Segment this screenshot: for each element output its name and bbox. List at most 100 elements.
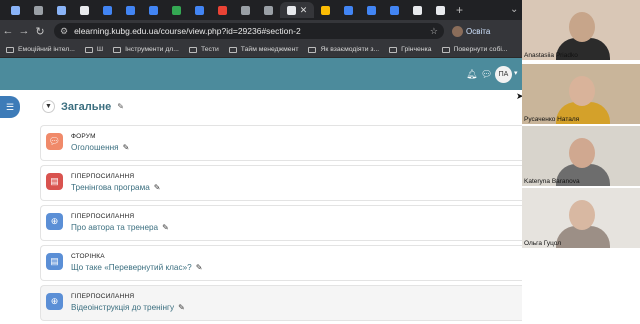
edit-pencil-icon[interactable]: ✎ bbox=[162, 223, 169, 232]
bookmark-label: Тайм менеджмент bbox=[240, 46, 299, 53]
course-index-drawer-button[interactable]: ☰ bbox=[0, 96, 20, 118]
moodle-course-page: 🔔︎ 💬︎ ПА ▾ ➤ ☰ ▼ Загальне ✎ 💬︎ ФОРУМ Оголо… bbox=[0, 58, 522, 324]
activity-link[interactable]: Оголошення ✎ bbox=[71, 143, 129, 152]
browser-tab[interactable] bbox=[257, 2, 280, 18]
participant-video-tile[interactable]: Русаченко Наталя bbox=[522, 64, 640, 124]
user-avatar[interactable]: ПА bbox=[495, 66, 512, 83]
bookmark-label: Тести bbox=[200, 46, 219, 53]
browser-tab[interactable] bbox=[429, 2, 452, 18]
participant-video-tile[interactable]: Kateryna Baranova bbox=[522, 126, 640, 186]
edit-pencil-icon[interactable]: ✎ bbox=[154, 183, 161, 192]
activity-item[interactable]: ▤СТОРІНКАЩо таке «Перевернутий клас»?✎⋮ bbox=[40, 245, 522, 281]
browser-tab[interactable] bbox=[50, 2, 73, 18]
bookmark-star-icon[interactable]: ☆ bbox=[430, 26, 438, 37]
close-tab-icon[interactable]: ✕ bbox=[300, 5, 308, 16]
browser-tab[interactable] bbox=[406, 2, 429, 18]
url-text: elearning.kubg.edu.ua/course/view.php?id… bbox=[74, 26, 301, 36]
tab-favicon-icon bbox=[321, 5, 330, 15]
tab-favicon-icon bbox=[126, 5, 135, 15]
forward-icon[interactable]: → bbox=[16, 25, 32, 37]
bookmark-label: Як взаємодіяти з... bbox=[320, 46, 380, 53]
browser-tab[interactable] bbox=[142, 2, 165, 18]
folder-icon bbox=[228, 46, 237, 53]
browser-tab[interactable] bbox=[96, 2, 119, 18]
activity-type: ГІПЕРПОСИЛАННЯ bbox=[71, 213, 135, 220]
browser-tab[interactable] bbox=[360, 2, 383, 18]
activity-item[interactable]: ⊕ ГІПЕРПОСИЛАННЯ Про автора та тренера ✎ bbox=[40, 205, 522, 241]
activity-item[interactable]: ▤ ГІПЕРПОСИЛАННЯ Тренінгова програма ✎ bbox=[40, 165, 522, 201]
browser-tab-strip: ✕ + bbox=[0, 0, 522, 20]
browser-tab[interactable] bbox=[234, 2, 257, 18]
bookmark-folder[interactable]: Ш bbox=[84, 46, 103, 53]
activity-link[interactable]: Про автора та тренера ✎ bbox=[71, 223, 169, 232]
activity-name: Оголошення bbox=[71, 143, 119, 152]
bookmark-label: Повернути собі... bbox=[453, 46, 508, 53]
globe-icon: ⊕ bbox=[46, 213, 63, 230]
browser-tab[interactable] bbox=[119, 2, 142, 18]
participant-video-tile[interactable]: Ольга Гуцол bbox=[522, 188, 640, 248]
edit-pencil-icon[interactable]: ✎ bbox=[196, 263, 203, 272]
site-info-icon[interactable]: ⚙ bbox=[60, 26, 68, 37]
tab-favicon-icon bbox=[413, 5, 422, 15]
profile-label: Освіта bbox=[466, 26, 491, 36]
user-menu-chevron-icon[interactable]: ▾ bbox=[514, 69, 518, 77]
browser-tab[interactable] bbox=[314, 2, 337, 18]
activity-link[interactable]: Відеоінструкція до тренінгу ✎ bbox=[71, 303, 185, 312]
edit-pencil-icon[interactable]: ✎ bbox=[123, 143, 130, 152]
bookmark-folder[interactable]: Як взаємодіяти з... bbox=[308, 46, 379, 53]
messages-icon[interactable]: 💬︎ bbox=[481, 69, 492, 80]
tab-favicon-icon bbox=[286, 5, 296, 15]
video-call-panel: Anastasiia Priadko Русаченко Наталя Katery… bbox=[522, 0, 640, 324]
collapse-section-chevron-icon[interactable]: ▼ bbox=[42, 100, 55, 113]
browser-tab[interactable] bbox=[27, 2, 50, 18]
participant-face bbox=[569, 12, 595, 42]
participant-name: Русаченко Наталя bbox=[524, 116, 580, 123]
back-icon[interactable]: ← bbox=[0, 25, 16, 37]
browser-tab[interactable] bbox=[165, 2, 188, 18]
activity-link[interactable]: Що таке «Перевернутий клас»? ✎ bbox=[71, 263, 202, 272]
participant-name: Anastasiia Priadko bbox=[524, 52, 578, 59]
bookmark-folder[interactable]: Тайм менеджмент bbox=[228, 46, 299, 53]
list-icon: ☰ bbox=[5, 101, 15, 112]
new-tab-icon[interactable]: + bbox=[456, 3, 463, 17]
tab-favicon-icon bbox=[149, 5, 158, 15]
tab-favicon-icon bbox=[241, 5, 250, 15]
bookmark-folder[interactable]: Емоційний інтел... bbox=[6, 46, 75, 53]
notifications-bell-icon[interactable]: 🔔︎ bbox=[466, 69, 477, 80]
page-icon: ▤ bbox=[46, 253, 63, 270]
browser-tab[interactable] bbox=[188, 2, 211, 18]
participant-name: Kateryna Baranova bbox=[524, 178, 580, 185]
bookmark-folder[interactable]: Грінченка bbox=[389, 46, 432, 53]
bookmark-folder[interactable]: Тести bbox=[188, 46, 219, 53]
browser-tab[interactable] bbox=[4, 2, 27, 18]
address-bar[interactable]: ⚙ elearning.kubg.edu.ua/course/view.php?… bbox=[54, 23, 444, 39]
pdf-icon: ▤ bbox=[46, 173, 63, 190]
browser-tab[interactable] bbox=[73, 2, 96, 18]
folder-icon bbox=[441, 46, 450, 53]
participant-face bbox=[569, 200, 595, 230]
reload-icon[interactable]: ↻ bbox=[32, 25, 48, 38]
participant-video-tile[interactable]: Anastasiia Priadko bbox=[522, 0, 640, 60]
participant-face bbox=[569, 76, 595, 106]
activity-link[interactable]: Тренінгова програма ✎ bbox=[71, 183, 160, 192]
participant-name: Ольга Гуцол bbox=[524, 240, 562, 247]
edit-section-pencil-icon[interactable]: ✎ bbox=[117, 102, 124, 111]
activity-type: ФОРУМ bbox=[71, 133, 96, 140]
bookmark-folder[interactable]: Повернути собі... bbox=[441, 46, 508, 53]
browser-tab[interactable] bbox=[337, 2, 360, 18]
activity-name: Відеоінструкція до тренінгу bbox=[71, 303, 175, 312]
edit-pencil-icon[interactable]: ✎ bbox=[178, 303, 185, 312]
activity-item[interactable]: 💬︎ ФОРУМ Оголошення ✎ bbox=[40, 125, 522, 161]
browser-tab[interactable] bbox=[211, 2, 234, 18]
profile-button[interactable]: Освіта bbox=[452, 25, 491, 37]
tab-favicon-icon bbox=[367, 5, 376, 15]
browser-tab[interactable] bbox=[383, 2, 406, 18]
activity-item[interactable]: ⊕ ГІПЕРПОСИЛАННЯ Відеоінструкція до тренін… bbox=[40, 285, 522, 321]
section-header: ▼ Загальне ✎ bbox=[42, 100, 124, 113]
profile-avatar bbox=[452, 25, 463, 37]
browser-tab[interactable]: ✕ bbox=[280, 2, 314, 18]
bookmark-label: Грінченка bbox=[401, 46, 432, 53]
bookmark-folder[interactable]: Інструменти дл... bbox=[113, 46, 179, 53]
tab-favicon-icon bbox=[11, 5, 20, 15]
section-title[interactable]: Загальне bbox=[61, 101, 111, 113]
